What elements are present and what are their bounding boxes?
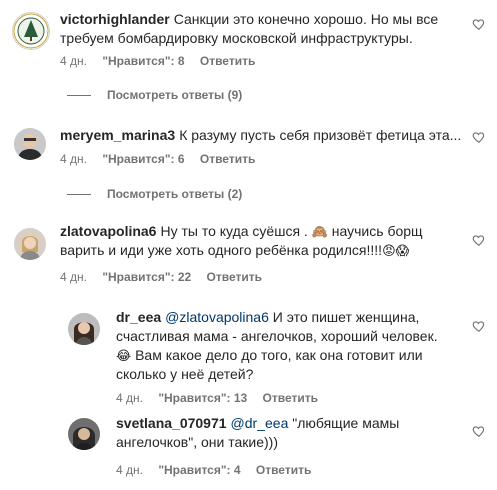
reply-body: "любящие мамы xyxy=(292,415,400,431)
comment-meta: 4 дн. "Нравится": 8 Ответить xyxy=(60,54,267,68)
view-replies-button[interactable]: Посмотреть ответы (9) xyxy=(67,88,242,102)
angry-emoji: 😡 xyxy=(382,243,396,258)
likes-count[interactable]: "Нравится": 13 xyxy=(158,391,247,405)
reply-button[interactable]: Ответить xyxy=(207,270,262,284)
username[interactable]: svetlana_070971 xyxy=(116,415,227,431)
reply-body-line3: Вам какое дело до того, как она готовит … xyxy=(135,347,423,363)
scream-emoji: 😱 xyxy=(395,243,410,258)
view-replies-button[interactable]: Посмотреть ответы (2) xyxy=(67,187,242,201)
avatar[interactable] xyxy=(14,228,46,260)
comment-text: meryem_marina3 К разуму пусть себя призов… xyxy=(60,126,470,145)
username[interactable]: zlatovapolina6 xyxy=(60,223,156,239)
comment-body-line2: варить и иди уже хоть одного ребёнка род… xyxy=(60,242,383,258)
heart-icon[interactable] xyxy=(472,424,486,438)
timestamp: 4 дн. xyxy=(116,391,143,405)
reply-button[interactable]: Ответить xyxy=(200,152,255,166)
reply-button[interactable]: Ответить xyxy=(263,391,318,405)
comment-body: К разуму пусть себя призовёт фетица эта.… xyxy=(179,127,462,143)
likes-count[interactable]: "Нравится": 8 xyxy=(102,54,184,68)
timestamp: 4 дн. xyxy=(60,54,87,68)
comment-body-line2: требуем бомбардировку московской инфраст… xyxy=(60,30,413,46)
heart-icon[interactable] xyxy=(472,319,486,333)
timestamp: 4 дн. xyxy=(60,270,87,284)
avatar[interactable] xyxy=(12,12,50,50)
avatar[interactable] xyxy=(14,128,46,160)
reply-meta: 4 дн. "Нравится": 4 Ответить xyxy=(116,463,323,477)
reply-body: И это пишет женщина, xyxy=(272,309,420,325)
heart-icon[interactable] xyxy=(472,130,486,144)
comment-text: zlatovapolina6 Ну ты то куда суёшся . 🙈 н… xyxy=(60,222,470,260)
divider-line xyxy=(67,94,91,96)
timestamp: 4 дн. xyxy=(116,463,143,477)
reply-meta: 4 дн. "Нравится": 13 Ответить xyxy=(116,391,330,405)
reply-button[interactable]: Ответить xyxy=(200,54,255,68)
mention-link[interactable]: @zlatovapolina6 xyxy=(165,309,269,325)
comment-body: Санкции это конечно хорошо. Но мы все xyxy=(173,11,439,27)
reply-body-line2: счастливая мама - ангелочков, хороший че… xyxy=(116,328,438,344)
view-replies-label: Посмотреть ответы (9) xyxy=(107,88,243,102)
heart-icon[interactable] xyxy=(472,233,486,247)
mention-link[interactable]: @dr_eea xyxy=(231,415,289,431)
timestamp: 4 дн. xyxy=(60,152,87,166)
reply-text: svetlana_070971 @dr_eea "любящие мамы анг… xyxy=(116,414,446,452)
divider-line xyxy=(67,193,91,195)
comment-meta: 4 дн. "Нравится": 22 Ответить xyxy=(60,270,274,284)
comment-body: Ну ты то куда суёшся . xyxy=(160,223,308,239)
likes-count[interactable]: "Нравится": 22 xyxy=(102,270,191,284)
likes-count[interactable]: "Нравится": 6 xyxy=(102,152,184,166)
avatar[interactable] xyxy=(68,313,100,345)
username[interactable]: victorhighlander xyxy=(60,11,170,27)
username[interactable]: meryem_marina3 xyxy=(60,127,175,143)
comment-meta: 4 дн. "Нравится": 6 Ответить xyxy=(60,152,267,166)
reply-body-line4: сколько у неё детей? xyxy=(116,366,254,382)
reply-body-line2: ангелочков", они такие))) xyxy=(116,434,278,450)
monkey-emoji: 🙈 xyxy=(311,224,328,239)
laughing-emoji: 😂 xyxy=(116,348,132,363)
comment-text: victorhighlander Санкции это конечно хоро… xyxy=(60,10,470,48)
view-replies-label: Посмотреть ответы (2) xyxy=(107,187,243,201)
username[interactable]: dr_eea xyxy=(116,309,161,325)
likes-count[interactable]: "Нравится": 4 xyxy=(158,463,240,477)
heart-icon[interactable] xyxy=(472,17,486,31)
reply-button[interactable]: Ответить xyxy=(256,463,311,477)
reply-text: dr_eea @zlatovapolina6 И это пишет женщин… xyxy=(116,308,446,384)
avatar[interactable] xyxy=(68,418,100,450)
comment-body-cont: научись борщ xyxy=(331,223,423,239)
